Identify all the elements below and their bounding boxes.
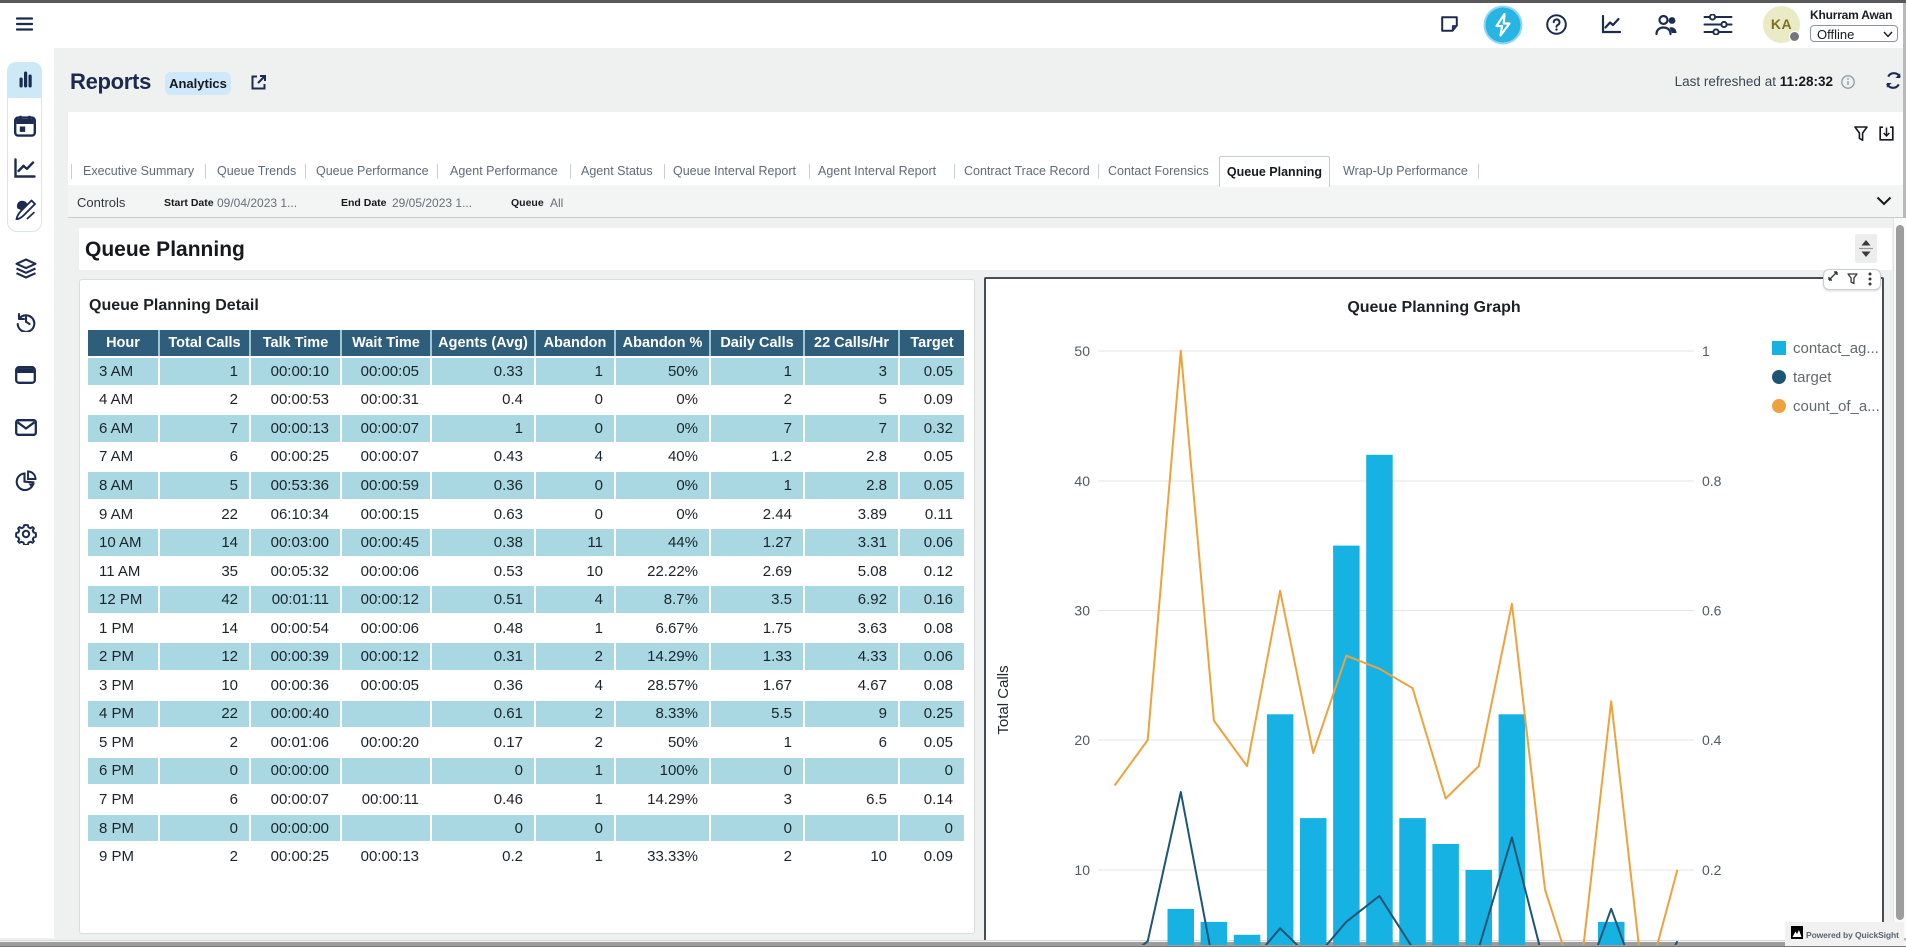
- svg-text:Total Calls: Total Calls: [995, 665, 1012, 734]
- svg-text:1: 1: [1702, 343, 1710, 359]
- svg-text:50: 50: [1074, 343, 1090, 359]
- svg-text:target: target: [1793, 369, 1832, 386]
- svg-text:count_of_a...: count_of_a...: [1793, 398, 1880, 415]
- svg-text:20: 20: [1074, 732, 1090, 748]
- svg-text:contact_ag...: contact_ag...: [1793, 340, 1879, 357]
- svg-text:0.6: 0.6: [1702, 603, 1722, 619]
- svg-text:10: 10: [1074, 862, 1090, 878]
- svg-text:40: 40: [1074, 473, 1090, 489]
- svg-text:0.4: 0.4: [1702, 732, 1722, 748]
- svg-text:0.2: 0.2: [1702, 862, 1722, 878]
- svg-text:Queue Planning Graph: Queue Planning Graph: [1347, 299, 1520, 316]
- svg-text:0.8: 0.8: [1702, 473, 1722, 489]
- svg-text:30: 30: [1074, 603, 1090, 619]
